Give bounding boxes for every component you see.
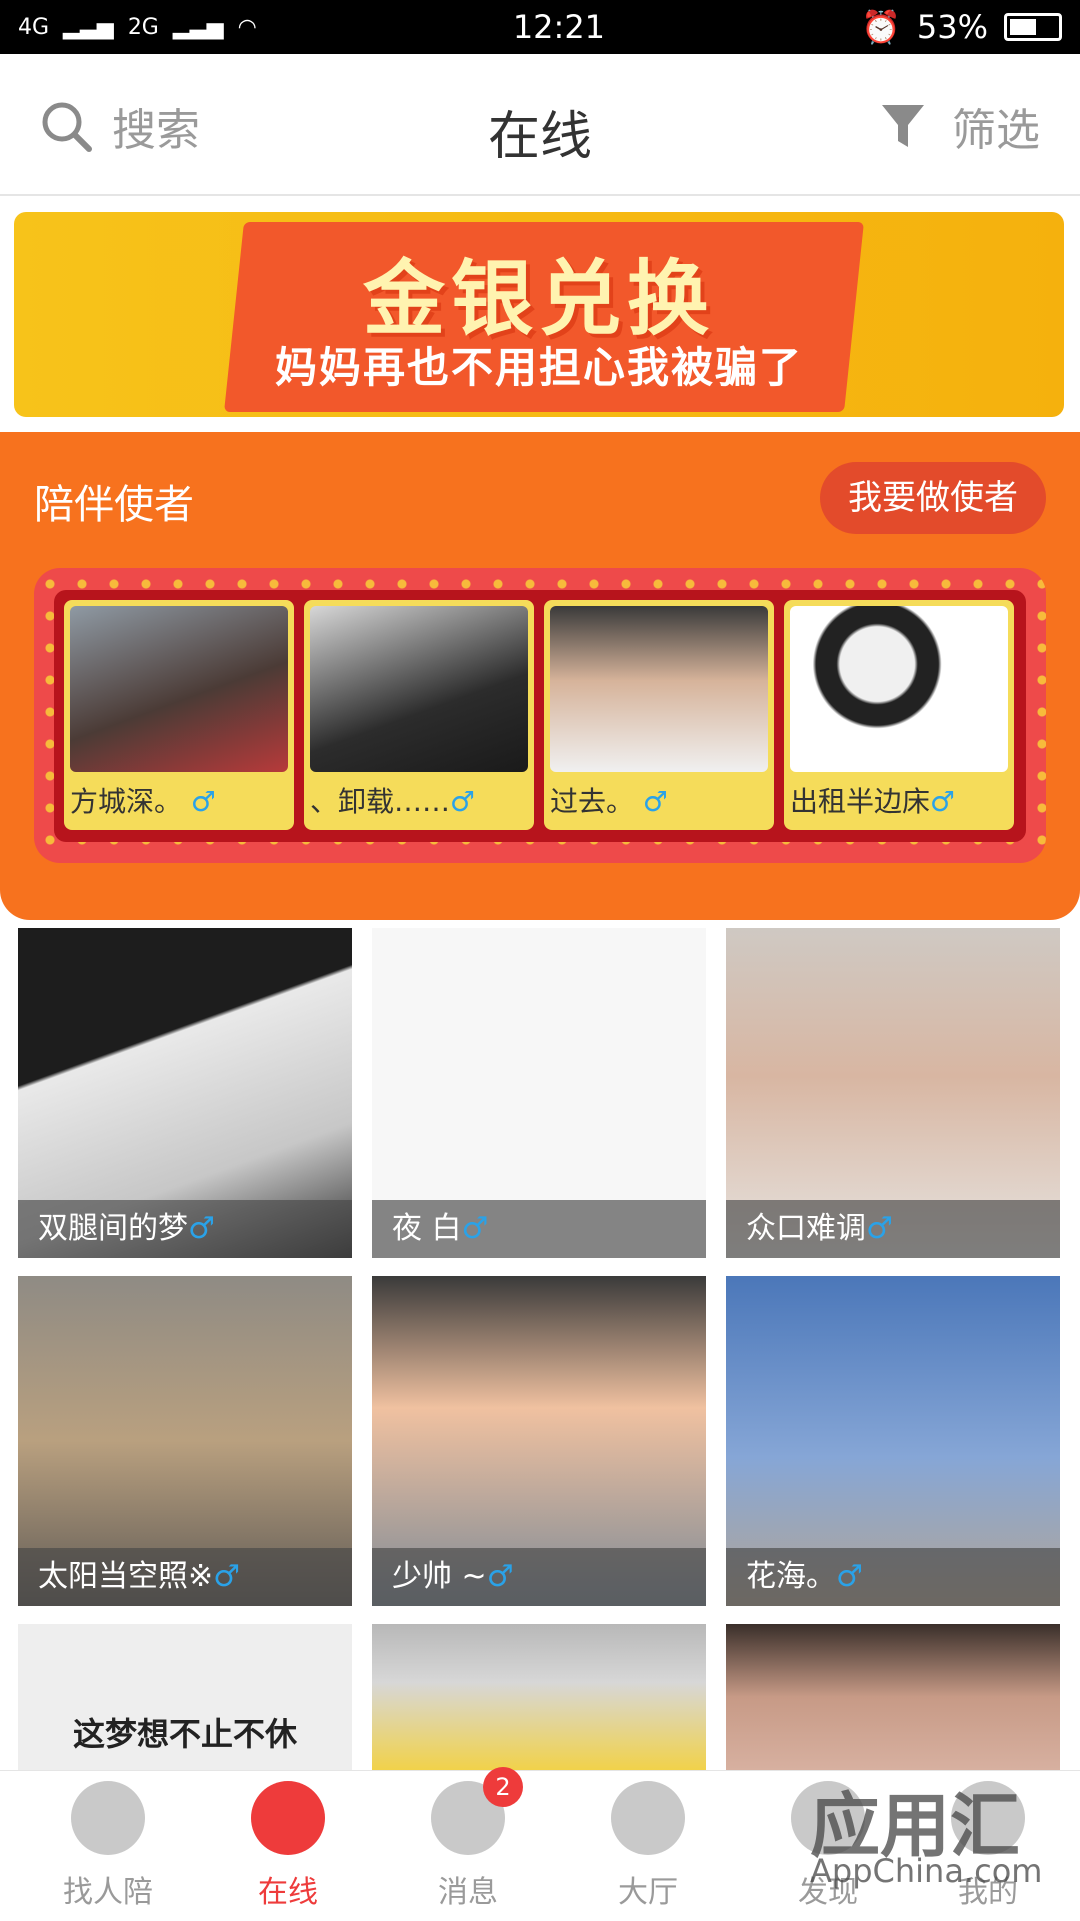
user-caption: 太阳当空照※♂ bbox=[18, 1548, 352, 1606]
male-icon: ♂ bbox=[836, 1559, 863, 1594]
battery-icon bbox=[1003, 13, 1062, 41]
status-bar: 4G ▂▃▅ 2G ▂▃▅ ◠ 12:21 ⏰ 53% bbox=[0, 0, 1080, 54]
male-icon: ♂ bbox=[450, 785, 476, 818]
filter-label: 筛选 bbox=[952, 105, 1040, 156]
escort-cards: 方城深。 ♂ 、卸载……♂ 过去。 ♂ 出租半边床♂ bbox=[64, 600, 1014, 830]
male-icon: ♂ bbox=[866, 1211, 893, 1246]
escort-avatar bbox=[70, 606, 288, 772]
user-photo bbox=[726, 1624, 1060, 1770]
become-escort-button[interactable]: 我要做使者 bbox=[820, 462, 1046, 534]
user-caption: 众口难调♂ bbox=[726, 1200, 1060, 1258]
escort-avatar bbox=[550, 606, 768, 772]
male-icon: ♂ bbox=[486, 1559, 514, 1594]
filter-button[interactable]: 筛选 bbox=[880, 94, 1040, 158]
escort-section: 陪伴使者 我要做使者 方城深。 ♂ 、卸载……♂ 过去。 ♂ 出租半边床♂ bbox=[0, 432, 1080, 920]
filter-icon bbox=[882, 105, 924, 147]
user-caption: 少帅 ~♂ bbox=[372, 1548, 706, 1606]
user-tile[interactable]: 夜 白♂ bbox=[372, 928, 706, 1258]
user-caption: 夜 白♂ bbox=[372, 1200, 706, 1258]
user-photo bbox=[372, 1624, 706, 1770]
signal-icon: ▂▃▅ bbox=[63, 14, 114, 40]
male-icon: ♂ bbox=[213, 1559, 241, 1594]
battery-percent: 53% bbox=[916, 8, 988, 46]
clock: 12:21 bbox=[512, 8, 606, 46]
escort-frame: 方城深。 ♂ 、卸载……♂ 过去。 ♂ 出租半边床♂ bbox=[34, 568, 1046, 863]
network-indicators: 4G ▂▃▅ 2G ▂▃▅ ◠ bbox=[18, 15, 257, 40]
escort-name: 、卸载……♂ bbox=[310, 785, 476, 818]
unread-badge: 2 bbox=[483, 1767, 523, 1807]
alarm-icon: ⏰ bbox=[861, 8, 901, 46]
escort-name: 出租半边床♂ bbox=[790, 785, 956, 818]
user-tile[interactable]: 众口难调♂ bbox=[726, 928, 1060, 1258]
escort-card[interactable]: 方城深。 ♂ bbox=[64, 600, 294, 830]
signal-icon-2: ▂▃▅ bbox=[172, 14, 224, 40]
watermark-url: AppChina.com bbox=[810, 1852, 1043, 1890]
user-tile[interactable]: 太阳当空照※♂ bbox=[18, 1276, 352, 1606]
male-icon: ♂ bbox=[930, 785, 956, 818]
escort-avatar bbox=[310, 606, 528, 772]
network-2g-label: 2G bbox=[127, 14, 159, 40]
male-icon: ♂ bbox=[190, 785, 217, 818]
top-bar: 搜索 在线 筛选 bbox=[0, 54, 1080, 196]
escort-frame-inner: 方城深。 ♂ 、卸载……♂ 过去。 ♂ 出租半边床♂ bbox=[54, 590, 1026, 842]
network-4g-label: 4G bbox=[18, 14, 50, 40]
user-tile[interactable]: 少帅 ~♂ bbox=[372, 1276, 706, 1606]
user-tile[interactable]: 花海。♂ bbox=[726, 1276, 1060, 1606]
heart-icon bbox=[71, 1781, 145, 1855]
user-tile[interactable] bbox=[726, 1624, 1060, 1770]
user-caption: 花海。♂ bbox=[726, 1548, 1060, 1606]
escort-name: 过去。 ♂ bbox=[550, 785, 669, 818]
male-icon: ♂ bbox=[188, 1211, 215, 1246]
escort-name: 方城深。 ♂ bbox=[70, 785, 217, 818]
user-tile[interactable] bbox=[372, 1624, 706, 1770]
chat-icon: 2 bbox=[431, 1767, 523, 1855]
user-tile[interactable]: 这梦想不止不休 bbox=[18, 1624, 352, 1770]
escort-card[interactable]: 出租半边床♂ bbox=[784, 600, 1014, 830]
male-icon: ♂ bbox=[461, 1211, 489, 1246]
status-right: ⏰ 53% bbox=[861, 8, 1062, 46]
escort-avatar bbox=[790, 606, 1008, 772]
photo-text: 这梦想不止不休 bbox=[72, 1715, 297, 1753]
user-caption: 双腿间的梦♂ bbox=[18, 1200, 352, 1258]
male-icon: ♂ bbox=[642, 785, 669, 818]
appchina-watermark: 应用汇 AppChina.com bbox=[640, 1760, 1080, 1920]
escort-card[interactable]: 、卸载……♂ bbox=[304, 600, 534, 830]
wifi-icon: ◠ bbox=[237, 14, 257, 40]
pulse-heart-icon bbox=[251, 1781, 325, 1855]
user-tile[interactable]: 双腿间的梦♂ bbox=[18, 928, 352, 1258]
escort-section-title: 陪伴使者 bbox=[34, 482, 194, 528]
banner-subtitle: 妈妈再也不用担心我被骗了 bbox=[274, 343, 803, 392]
promo-banner[interactable]: 金银兑换 妈妈再也不用担心我被骗了 bbox=[14, 212, 1064, 417]
escort-card[interactable]: 过去。 ♂ bbox=[544, 600, 774, 830]
